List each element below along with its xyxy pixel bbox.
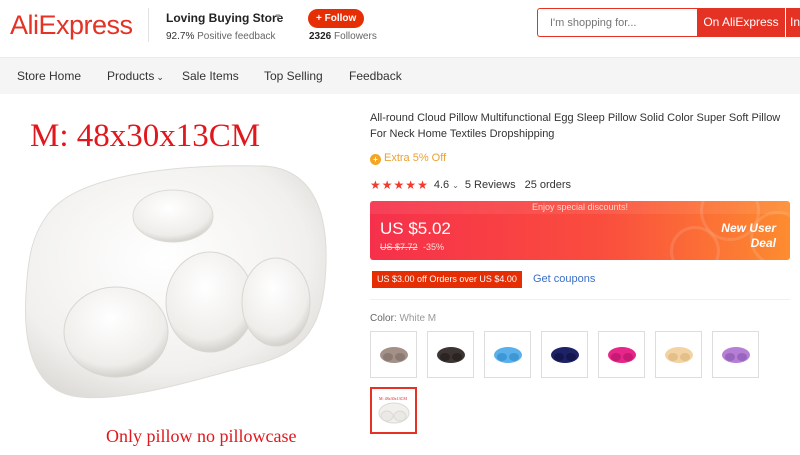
chevron-down-icon[interactable]: ▼ — [274, 12, 282, 21]
product-title: All-round Cloud Pillow Multifunctional E… — [370, 112, 781, 140]
reviews-link[interactable]: 5 Reviews — [465, 179, 516, 191]
get-coupons-link[interactable]: Get coupons — [533, 273, 595, 285]
color-swatch-4[interactable] — [541, 331, 588, 378]
feedback-label: Positive feedback — [197, 31, 276, 42]
search-in-store-button[interactable]: In — [786, 8, 800, 37]
extra-discount-label: Extra 5% Off — [384, 152, 447, 164]
store-name[interactable]: Loving Buying Store — [166, 11, 283, 25]
star-icon: ★ — [393, 178, 405, 192]
rating-value[interactable]: 4.6 — [434, 179, 449, 191]
price-banner: Enjoy special discounts! US $5.02 US $7.… — [370, 201, 790, 260]
follow-button[interactable]: + Follow — [308, 9, 365, 28]
followers-label: Followers — [334, 31, 377, 42]
star-icon: ★ — [417, 178, 428, 192]
new-user-line2: Deal — [750, 236, 776, 250]
aliexpress-logo[interactable]: AliExpress — [10, 10, 133, 41]
header-divider — [148, 8, 149, 42]
star-icon: ★ — [370, 178, 381, 192]
nav-store-home[interactable]: Store Home — [17, 69, 81, 83]
color-swatch-6[interactable] — [655, 331, 702, 378]
color-swatch-7[interactable] — [712, 331, 759, 378]
followers-info: 2326 Followers — [309, 31, 377, 42]
thumb-size-text: M: 48x30x13CM — [379, 396, 407, 401]
store-header: AliExpress Loving Buying Store ▼ 92.7% P… — [0, 0, 800, 50]
followers-count: 2326 — [309, 31, 332, 42]
nav-products[interactable]: Products ⌄ — [107, 69, 164, 83]
color-label-text: Color: — [370, 313, 397, 324]
pillow-thumb — [550, 346, 579, 363]
color-swatch-white-m[interactable]: M: 48x30x13CM — [370, 387, 417, 434]
color-swatch-1[interactable] — [370, 331, 417, 378]
pillow-illustration — [25, 165, 327, 399]
coin-icon: + — [370, 154, 381, 165]
pillow-thumb — [379, 346, 408, 363]
feedback-value: 92.7% — [166, 31, 195, 42]
new-user-line1: New User — [721, 221, 776, 235]
nav-feedback[interactable]: Feedback — [349, 69, 402, 83]
divider — [370, 299, 790, 300]
new-user-deal: New User Deal — [666, 221, 776, 251]
chevron-down-icon[interactable]: ⌄ — [452, 181, 459, 190]
current-price: US $5.02 — [380, 219, 451, 238]
pillow-thumb — [493, 346, 522, 363]
color-value: White M — [399, 313, 437, 324]
original-price: US $7.72 — [380, 242, 418, 252]
search-input[interactable] — [537, 8, 697, 37]
discount-percent: -35% — [423, 242, 445, 252]
color-label: Color: White M — [370, 313, 436, 324]
color-swatch-2[interactable] — [427, 331, 474, 378]
extra-discount[interactable]: + Extra 5% Off — [370, 152, 446, 165]
store-feedback: 92.7% Positive feedback — [166, 31, 276, 42]
pillow-thumb — [607, 346, 636, 363]
color-swatch-3[interactable] — [484, 331, 531, 378]
product-main-image[interactable]: M: 48x30x13CM Only pillow no pillowcase — [8, 104, 353, 449]
pillow-thumb — [436, 346, 465, 363]
star-icon: ★ — [381, 178, 393, 192]
chevron-down-icon: ⌄ — [156, 72, 164, 82]
nav-sale-items[interactable]: Sale Items — [182, 69, 239, 83]
pillow-thumb — [721, 346, 750, 363]
banner-tagline: Enjoy special discounts! — [370, 201, 790, 214]
star-icon: ★ — [405, 178, 417, 192]
nav-top-selling[interactable]: Top Selling — [264, 69, 323, 83]
search-on-aliexpress-button[interactable]: On AliExpress — [697, 8, 785, 37]
orders-count: 25 orders — [524, 179, 572, 191]
rating-row: ★ ★ ★ ★ ★ 4.6 ⌄ 5 Reviews 25 orders — [370, 178, 571, 192]
coupon-badge: US $3.00 off Orders over US $4.00 — [372, 271, 522, 288]
pillow-thumb — [664, 346, 693, 363]
pillow-caption: Only pillow no pillowcase — [106, 426, 297, 446]
store-nav: Store Home Products ⌄ Sale Items Top Sell… — [0, 57, 800, 94]
nav-products-label: Products — [107, 69, 155, 83]
color-swatch-5[interactable] — [598, 331, 645, 378]
old-price-row: US $7.72 -35% — [380, 242, 444, 252]
pillow-thumb: M: 48x30x13CM — [378, 396, 409, 423]
